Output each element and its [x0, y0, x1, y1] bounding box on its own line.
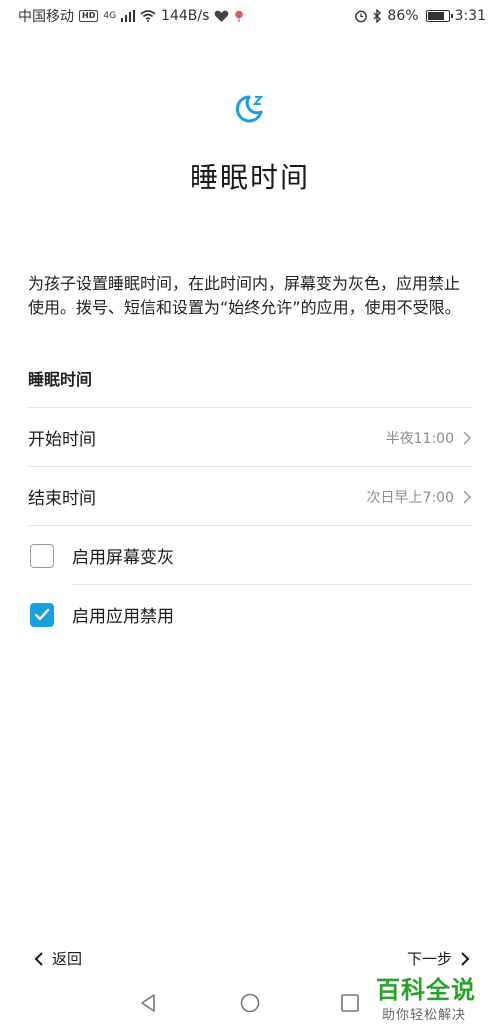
chevron-right-icon [463, 430, 472, 445]
end-time-row[interactable]: 结束时间 次日早上7:00 [28, 467, 472, 526]
battery-percent: 86% [387, 8, 419, 24]
carrier-name: 中国移动 [18, 9, 74, 25]
chevron-left-icon [34, 951, 43, 966]
signal-icon [121, 10, 136, 22]
start-time-label: 开始时间 [28, 430, 96, 450]
gray-screen-checkbox[interactable] [30, 543, 54, 568]
app-block-checkbox[interactable] [30, 602, 54, 627]
start-time-row[interactable]: 开始时间 半夜11:00 [28, 408, 472, 467]
app-block-label: 启用应用禁用 [72, 607, 174, 627]
gray-screen-label: 启用屏幕变灰 [72, 548, 174, 568]
home-circle-icon[interactable] [239, 992, 261, 1014]
watermark-subtitle: 助你轻松解决 [382, 1008, 467, 1023]
back-triangle-icon[interactable] [138, 992, 160, 1014]
app-block-option[interactable]: 启用应用禁用 [30, 585, 472, 644]
back-label: 返回 [52, 950, 83, 968]
network-type: 4G [103, 11, 117, 21]
recents-square-icon[interactable] [339, 992, 361, 1014]
wifi-icon [140, 10, 156, 22]
page-title: 睡眠时间 [189, 161, 310, 194]
chevron-right-icon [461, 951, 470, 966]
start-time-value-group: 半夜11:00 [386, 428, 472, 448]
end-time-label: 结束时间 [28, 489, 96, 509]
battery-icon [425, 10, 453, 22]
network-speed: 144B/s [161, 8, 210, 24]
status-left: 中国移动 HD 4G 144B/s [18, 6, 244, 26]
description-text: 为孩子设置睡眠时间，在此时间内，屏幕变为灰色，应用禁止使用。拨号、短信和设置为“… [28, 274, 461, 317]
gray-screen-option[interactable]: 启用屏幕变灰 [30, 526, 472, 585]
battery-fill [427, 12, 445, 20]
start-time-value: 半夜11:00 [385, 430, 454, 447]
section-header: 睡眠时间 [28, 370, 93, 389]
watermark-logo: 百科全说 助你轻松解决 [370, 966, 500, 1026]
location-pin-icon [235, 10, 244, 22]
end-time-value-group: 次日早上7:00 [367, 487, 472, 507]
chevron-right-icon [463, 489, 472, 504]
hd-badge: HD [79, 10, 99, 22]
back-button[interactable]: 返回 [34, 948, 82, 969]
clock: 3:31 [454, 8, 486, 24]
alarm-icon [355, 10, 368, 23]
checkmark-icon [34, 608, 50, 620]
end-time-value: 次日早上7:00 [366, 489, 454, 506]
moon-sleep-icon [235, 95, 264, 123]
watermark-title: 百科全说 [376, 976, 476, 1004]
bluetooth-icon [373, 9, 382, 23]
status-bar: 中国移动 HD 4G 144B/s 86% 3:31 [0, 0, 500, 32]
heart-icon [215, 10, 229, 22]
status-right: 86% 3:31 [354, 8, 486, 24]
